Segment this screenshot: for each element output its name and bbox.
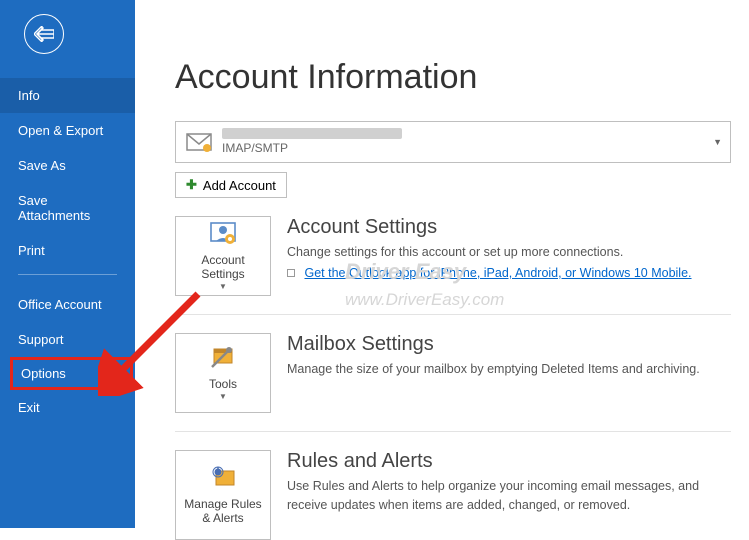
chevron-down-icon: ▼: [713, 137, 722, 147]
section-divider: [175, 431, 731, 432]
sidebar: Info Open & Export Save As Save Attachme…: [0, 0, 135, 528]
account-settings-card-label: Account Settings: [180, 253, 266, 282]
tools-card[interactable]: Tools ▼: [175, 333, 271, 413]
chevron-down-icon: ▼: [219, 282, 227, 291]
tools-card-label: Tools: [209, 377, 237, 391]
account-selector[interactable]: IMAP/SMTP ▼: [175, 121, 731, 163]
nav-item-save-as[interactable]: Save As: [0, 148, 135, 183]
rules-alerts-card-label: Manage Rules & Alerts: [180, 497, 266, 526]
account-settings-desc: Change settings for this account or set …: [287, 243, 727, 262]
main-panel: Driver Easy www.DriverEasy.com Account I…: [135, 0, 749, 528]
account-settings-icon: [208, 221, 238, 250]
account-icon: [182, 125, 216, 159]
add-account-button[interactable]: ✚ Add Account: [175, 172, 287, 198]
account-email-redacted: [222, 128, 402, 139]
plus-icon: ✚: [186, 177, 197, 193]
chevron-down-icon: ▼: [219, 392, 227, 401]
rules-alerts-title: Rules and Alerts: [287, 450, 731, 473]
mobile-icon: [287, 269, 295, 277]
account-text: IMAP/SMTP: [222, 128, 402, 155]
nav-divider: [18, 274, 117, 275]
nav-item-info[interactable]: Info: [0, 78, 135, 113]
nav-item-support[interactable]: Support: [0, 322, 135, 357]
section-rules-alerts: Manage Rules & Alerts Rules and Alerts U…: [175, 450, 731, 540]
rules-alerts-icon: [208, 465, 238, 494]
back-button-area: [0, 0, 135, 60]
tools-icon: [208, 345, 238, 374]
annotation-highlight-options: Options: [10, 357, 133, 390]
section-divider: [175, 314, 731, 315]
nav-list: Info Open & Export Save As Save Attachme…: [0, 60, 135, 425]
account-settings-card[interactable]: Account Settings ▼: [175, 216, 271, 296]
nav-item-options[interactable]: Options: [21, 366, 66, 381]
account-settings-title: Account Settings: [287, 216, 731, 239]
nav-item-open-export[interactable]: Open & Export: [0, 113, 135, 148]
account-protocol: IMAP/SMTP: [222, 141, 402, 155]
mailbox-settings-desc: Manage the size of your mailbox by empty…: [287, 360, 727, 379]
mailbox-settings-title: Mailbox Settings: [287, 333, 731, 356]
back-button[interactable]: [24, 14, 64, 54]
nav-item-save-attachments[interactable]: Save Attachments: [0, 183, 135, 233]
nav-item-print[interactable]: Print: [0, 233, 135, 268]
back-arrow-icon: [34, 26, 54, 42]
section-account-settings: Account Settings ▼ Account Settings Chan…: [175, 216, 731, 296]
mobile-app-link[interactable]: Get the Outlook app for iPhone, iPad, An…: [304, 266, 691, 280]
section-mailbox-settings: Tools ▼ Mailbox Settings Manage the size…: [175, 333, 731, 413]
add-account-label: Add Account: [203, 178, 276, 193]
rules-alerts-card[interactable]: Manage Rules & Alerts: [175, 450, 271, 540]
page-title: Account Information: [175, 58, 731, 97]
mobile-app-row: Get the Outlook app for iPhone, iPad, An…: [287, 266, 731, 280]
nav-item-exit[interactable]: Exit: [0, 390, 135, 425]
nav-item-office-account[interactable]: Office Account: [0, 287, 135, 322]
rules-alerts-desc: Use Rules and Alerts to help organize yo…: [287, 477, 727, 515]
